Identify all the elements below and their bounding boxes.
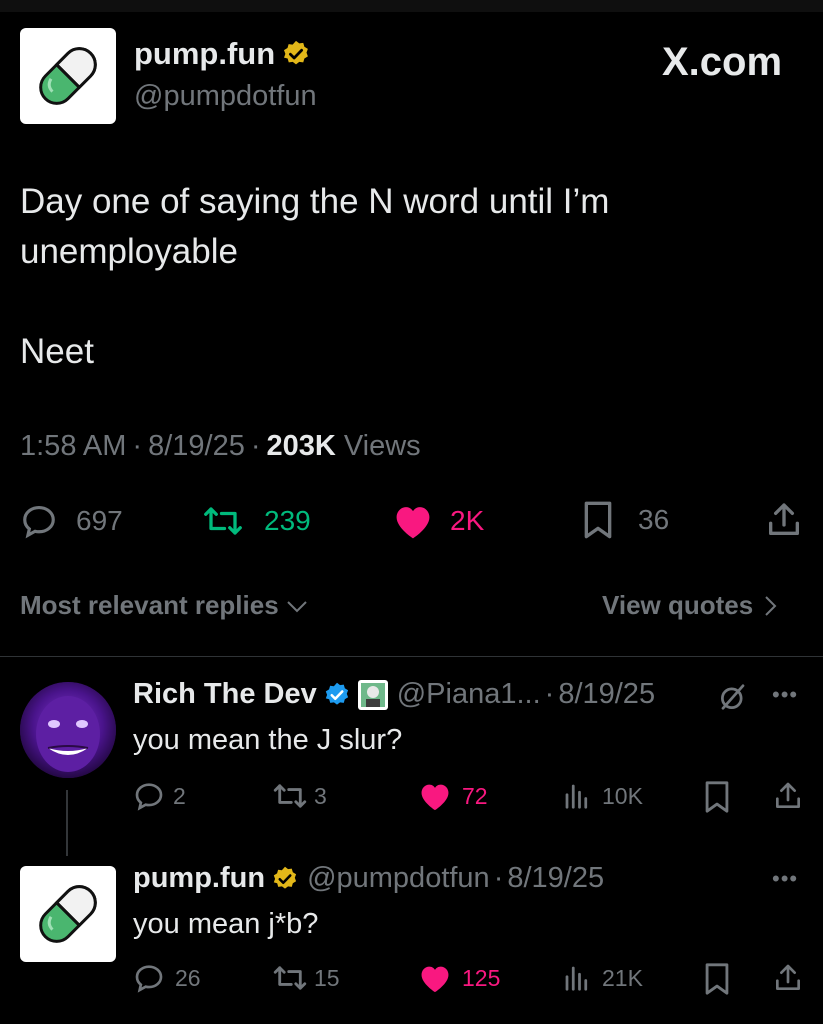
bookmark-icon[interactable]	[702, 962, 732, 996]
post-text-line-3: Neet	[20, 332, 94, 371]
reply-text: you mean j*b?	[133, 908, 319, 940]
post-date[interactable]: 8/19/25	[148, 430, 245, 463]
share-button[interactable]	[764, 500, 804, 540]
verified-gold-icon	[284, 40, 309, 65]
separator-dot: ·	[544, 678, 555, 710]
post-time[interactable]: 1:58 AM	[20, 430, 126, 463]
analytics-icon	[565, 784, 588, 809]
avatar-image	[20, 682, 116, 778]
reply-count: 2	[173, 782, 186, 809]
reply-author-handle[interactable]: @Piana1...	[397, 678, 541, 711]
reply-date[interactable]: 8/19/25	[507, 862, 604, 895]
more-options-icon[interactable]: •••	[772, 682, 798, 708]
verified-gold-icon	[273, 866, 297, 889]
sort-replies-dropdown[interactable]: Most relevant replies	[20, 590, 309, 621]
reply-date[interactable]: 8/19/25	[558, 678, 655, 711]
views-count: 10K	[602, 782, 643, 809]
heart-filled-icon	[421, 966, 449, 993]
views-button[interactable]: 10K	[562, 780, 643, 812]
reply-button[interactable]: 26	[133, 962, 201, 994]
thread-line	[66, 790, 68, 856]
grok-icon[interactable]	[718, 682, 748, 712]
view-quotes-link[interactable]: View quotes	[602, 590, 779, 621]
repost-button[interactable]: 239	[202, 502, 311, 540]
repost-count: 15	[314, 964, 340, 991]
reply-icon	[135, 965, 163, 993]
author-display-name[interactable]: pump.fun	[134, 36, 275, 72]
chevron-down-icon	[286, 600, 307, 612]
repost-icon	[204, 507, 242, 535]
repost-count: 239	[264, 505, 311, 536]
share-icon[interactable]	[772, 780, 804, 812]
chevron-right-icon	[765, 595, 777, 616]
analytics-icon	[565, 966, 588, 991]
heart-filled-icon	[421, 784, 449, 811]
repost-button[interactable]: 3	[272, 780, 327, 812]
post-text-line-2: unemployable	[20, 232, 238, 271]
reply-author-handle[interactable]: @pumpdotfun	[307, 862, 490, 895]
repost-icon	[273, 966, 307, 990]
bookmark-icon	[584, 501, 612, 539]
views-label: Views	[343, 430, 421, 462]
reply-text: you mean the J slur?	[133, 724, 403, 756]
bookmark-count: 36	[638, 504, 670, 535]
repost-icon	[273, 784, 307, 808]
more-options-icon[interactable]: •••	[772, 866, 798, 892]
reply-button[interactable]: 2	[133, 780, 186, 812]
reply-avatar-pump-fun[interactable]	[20, 866, 116, 962]
like-button[interactable]: 2K	[392, 502, 484, 540]
reply-count: 697	[76, 505, 123, 536]
affiliate-badge-icon	[357, 679, 388, 710]
heart-filled-icon	[396, 507, 430, 539]
separator-dot: ·	[132, 430, 143, 462]
reply-icon	[135, 783, 163, 811]
separator-dot: ·	[250, 430, 261, 462]
sort-replies-label: Most relevant replies	[20, 590, 279, 620]
verified-blue-icon	[325, 682, 348, 705]
view-quotes-label: View quotes	[602, 590, 754, 620]
views-count: 21K	[602, 964, 643, 991]
pump-fun-avatar[interactable]	[20, 28, 116, 124]
share-icon[interactable]	[772, 962, 804, 994]
like-button[interactable]: 72	[418, 780, 488, 812]
pill-icon	[39, 885, 97, 943]
repost-button[interactable]: 15	[272, 962, 340, 994]
bookmark-button[interactable]: 36	[580, 500, 669, 540]
like-button[interactable]: 125	[418, 962, 500, 994]
reply-count: 26	[175, 964, 201, 991]
views-count: 203K	[266, 430, 336, 462]
share-icon	[769, 503, 799, 535]
reply-author-name[interactable]: pump.fun	[133, 862, 265, 895]
bookmark-icon[interactable]	[702, 780, 732, 814]
pill-icon	[39, 47, 97, 105]
site-label: X.com	[662, 40, 783, 84]
like-count: 72	[462, 782, 488, 809]
reply-button[interactable]: 697	[20, 502, 123, 540]
views-button[interactable]: 21K	[562, 962, 643, 994]
reply-avatar-rich-the-dev[interactable]	[20, 682, 116, 778]
reply-author-name[interactable]: Rich The Dev	[133, 678, 317, 711]
author-handle[interactable]: @pumpdotfun	[134, 80, 317, 113]
divider	[0, 656, 823, 657]
like-count: 125	[462, 964, 501, 991]
status-strip	[0, 0, 823, 12]
separator-dot: ·	[493, 862, 504, 894]
like-count: 2K	[450, 505, 485, 536]
post-text-line-1: Day one of saying the N word until I’m	[20, 182, 610, 221]
reply-icon	[23, 505, 55, 539]
repost-count: 3	[314, 782, 327, 809]
